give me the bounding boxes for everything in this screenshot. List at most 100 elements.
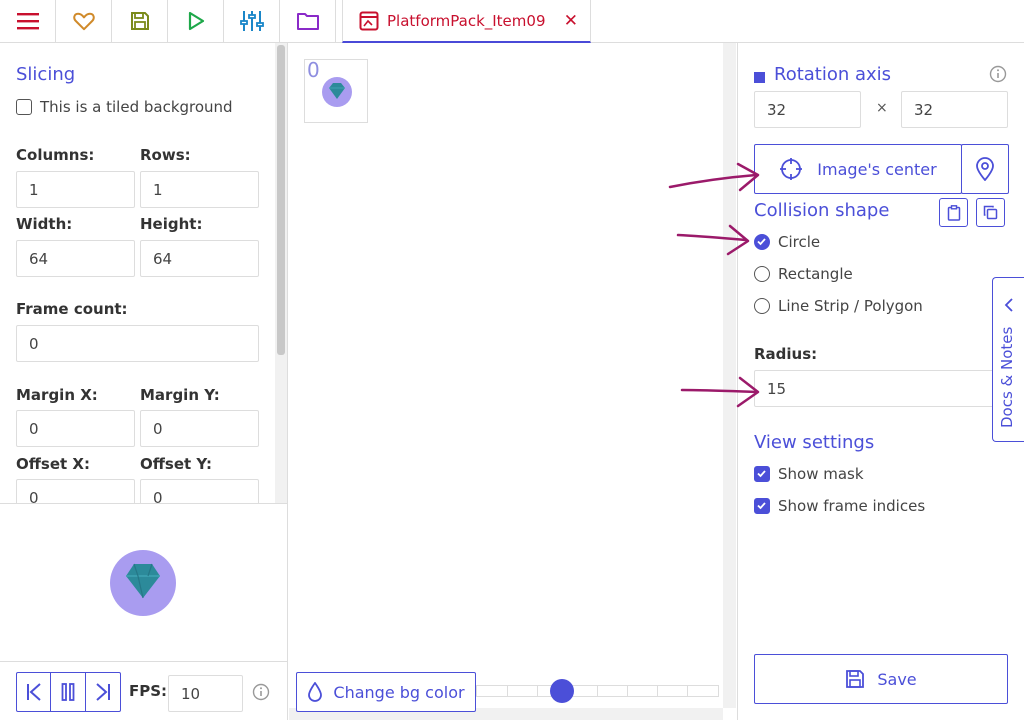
save-button[interactable]: Save [754, 654, 1008, 704]
rectangle-shape-label: Rectangle [778, 265, 853, 283]
arrow-to-radius [680, 388, 758, 394]
tab-platformpack-item09[interactable]: PlatformPack_Item09 ✕ [342, 0, 591, 43]
zoom-slider-handle[interactable] [550, 679, 574, 703]
height-label: Height: [140, 215, 203, 233]
save-icon [130, 12, 149, 30]
offset-fields-clip: 0 0 [0, 479, 275, 503]
frame-count-label: Frame count: [16, 300, 128, 318]
arrow-to-image-center [668, 173, 758, 189]
slicing-title: Slicing [16, 64, 76, 85]
docs-notes-label: Docs & Notes [998, 326, 1016, 428]
margin-x-label: Margin X: [16, 386, 98, 404]
next-frame-button[interactable] [86, 673, 120, 711]
arrow-to-circle-shape [676, 233, 748, 242]
tiled-background-label: This is a tiled background [40, 98, 233, 116]
pick-location-button[interactable] [961, 144, 1009, 194]
tiled-background-checkbox[interactable] [16, 99, 32, 115]
previous-frame-button[interactable] [17, 673, 51, 711]
docs-notes-tab[interactable]: Docs & Notes [992, 277, 1024, 442]
width-input[interactable]: 64 [16, 240, 135, 277]
radius-input[interactable]: 15 [754, 370, 1008, 407]
texture-icon [359, 11, 379, 30]
left-scrollbar-thumb[interactable] [277, 45, 285, 355]
tab-label: PlatformPack_Item09 [387, 11, 546, 30]
info-icon[interactable] [252, 683, 270, 701]
toolbar: PlatformPack_Item09 ✕ [0, 0, 1024, 43]
image-center-button[interactable]: Image's center [754, 144, 962, 194]
slicing-panel: Slicing This is a tiled background Colum… [0, 43, 288, 720]
margin-y-label: Margin Y: [140, 386, 220, 404]
divider [0, 661, 288, 662]
sliders-icon [239, 11, 264, 31]
save-label: Save [877, 669, 917, 689]
times-symbol: × [876, 100, 888, 116]
show-frame-indices-label: Show frame indices [778, 497, 926, 515]
menu-button[interactable] [0, 0, 56, 42]
skip-back-icon [26, 683, 41, 701]
columns-label: Columns: [16, 146, 95, 164]
copy-shape-button[interactable] [976, 198, 1005, 227]
show-mask-label: Show mask [778, 465, 864, 483]
circle-shape-label: Circle [778, 233, 821, 251]
offset-y-label: Offset Y: [140, 455, 212, 473]
rows-label: Rows: [140, 146, 191, 164]
fps-input[interactable]: 10 [168, 675, 243, 712]
droplet-icon [308, 682, 323, 702]
save-project-button[interactable] [112, 0, 168, 42]
rotation-axis-y-input[interactable]: 32 [901, 91, 1008, 128]
heart-icon [72, 12, 95, 31]
skip-forward-icon [96, 683, 110, 701]
collision-shape-title: Collision shape [754, 200, 890, 221]
frame-index-label: 0 [307, 58, 320, 82]
properties-panel: Rotation axis 32 × 32 Image's center Col… [737, 43, 1024, 720]
frame-count-input[interactable]: 0 [16, 325, 259, 362]
rows-input[interactable]: 1 [140, 171, 259, 208]
offset-x-label: Offset X: [16, 455, 90, 473]
paste-shape-button[interactable] [939, 198, 968, 227]
pause-button[interactable] [51, 673, 86, 711]
left-scrollbar[interactable] [275, 43, 287, 503]
offset-x-input[interactable]: 0 [16, 479, 135, 503]
copy-icon [983, 205, 998, 220]
info-icon[interactable] [989, 65, 1007, 83]
play-icon [188, 11, 204, 31]
save-icon [846, 670, 865, 688]
offset-y-input[interactable]: 0 [140, 479, 259, 503]
show-mask-checkbox[interactable] [754, 466, 770, 482]
animation-preview [108, 548, 178, 618]
margin-x-input[interactable]: 0 [16, 410, 135, 447]
columns-input[interactable]: 1 [16, 171, 135, 208]
folder-icon [296, 13, 319, 30]
rotation-axis-title: Rotation axis [774, 64, 892, 85]
divider [0, 503, 288, 504]
checkmark-icon [757, 470, 766, 478]
polygon-shape-label: Line Strip / Polygon [778, 297, 923, 315]
pause-icon [61, 683, 75, 701]
playback-controls [16, 672, 121, 712]
checkmark-icon [757, 502, 766, 510]
close-icon[interactable]: ✕ [564, 11, 578, 31]
fps-label: FPS: [129, 682, 168, 700]
settings-button[interactable] [224, 0, 280, 42]
height-input[interactable]: 64 [140, 240, 259, 277]
rotation-axis-x-input[interactable]: 32 [754, 91, 861, 128]
annotation-arrows [668, 162, 760, 408]
rotation-axis-marker [754, 72, 765, 83]
play-button[interactable] [168, 0, 224, 42]
crosshair-icon [780, 158, 803, 180]
show-frame-indices-checkbox[interactable] [754, 498, 770, 514]
image-center-label: Image's center [817, 159, 937, 179]
gem-frame-image [322, 77, 352, 107]
change-bg-color-button[interactable]: Change bg color [296, 672, 476, 712]
zoom-slider[interactable] [476, 679, 719, 703]
frame-cell[interactable]: 0 [304, 58, 368, 123]
clipboard-icon [947, 204, 960, 221]
favorite-button[interactable] [56, 0, 112, 42]
change-bg-color-label: Change bg color [333, 682, 465, 702]
menu-icon [16, 13, 39, 30]
gem-preview-image [110, 550, 176, 616]
project-folder-button[interactable] [280, 0, 336, 42]
view-settings-title: View settings [754, 432, 875, 453]
map-pin-icon [976, 157, 994, 181]
margin-y-input[interactable]: 0 [140, 410, 259, 447]
